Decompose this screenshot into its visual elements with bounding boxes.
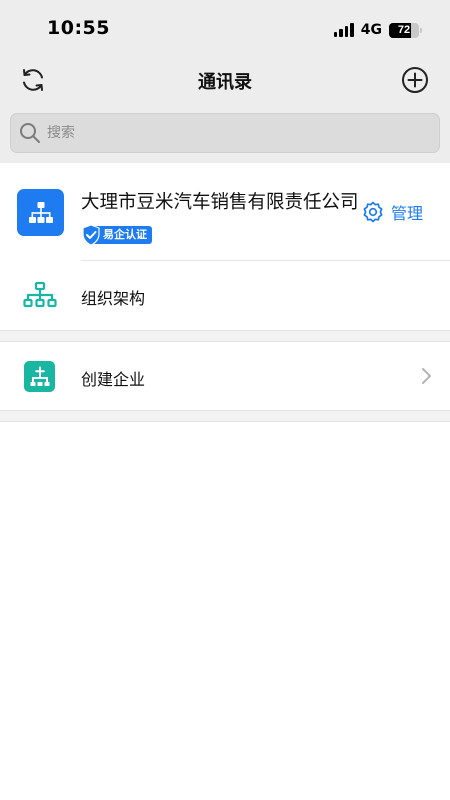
status-time: 10:55 xyxy=(47,17,110,39)
create-company-row[interactable]: 创建企业 xyxy=(0,342,450,410)
status-indicators: 4G 72 xyxy=(333,20,422,40)
search-bar[interactable] xyxy=(10,113,440,153)
gear-icon xyxy=(363,201,383,223)
org-structure-row[interactable]: 组织架构 xyxy=(0,261,450,329)
company-logo xyxy=(17,189,64,236)
shield-check-icon xyxy=(82,223,100,246)
chevron-right-icon xyxy=(422,368,431,384)
company-card: 大理市豆米汽车销售有限责任公司 易企认证 管理 组织架构 xyxy=(0,163,450,330)
org-chart-icon xyxy=(28,201,53,223)
manage-label: 管理 xyxy=(391,204,424,223)
create-company-icon xyxy=(24,361,55,392)
add-circle-icon xyxy=(402,67,428,93)
org-add-icon xyxy=(30,366,49,386)
signal-icon xyxy=(333,23,354,37)
org-structure-icon xyxy=(23,281,57,308)
manage-button[interactable]: 管理 xyxy=(361,200,423,224)
battery-icon: 72 xyxy=(389,22,419,38)
page-title: 通讯录 xyxy=(198,72,252,93)
header-area: 10:55 4G 72 通讯录 xyxy=(0,0,450,163)
company-name[interactable]: 大理市豆米汽车销售有限责任公司 xyxy=(81,188,359,214)
network-type: 4G xyxy=(360,22,382,38)
create-company-label: 创建企业 xyxy=(81,370,146,389)
search-icon xyxy=(20,123,40,143)
add-button[interactable] xyxy=(400,65,430,95)
status-bar: 10:55 4G 72 xyxy=(0,0,450,54)
section-separator xyxy=(0,330,450,342)
org-structure-label: 组织架构 xyxy=(81,289,146,308)
search-input[interactable] xyxy=(47,125,407,141)
verified-badge: 易企认证 xyxy=(81,223,152,246)
battery-level: 72 xyxy=(397,24,411,36)
section-separator-bottom xyxy=(0,410,450,422)
nav-bar: 通讯录 xyxy=(0,54,450,106)
